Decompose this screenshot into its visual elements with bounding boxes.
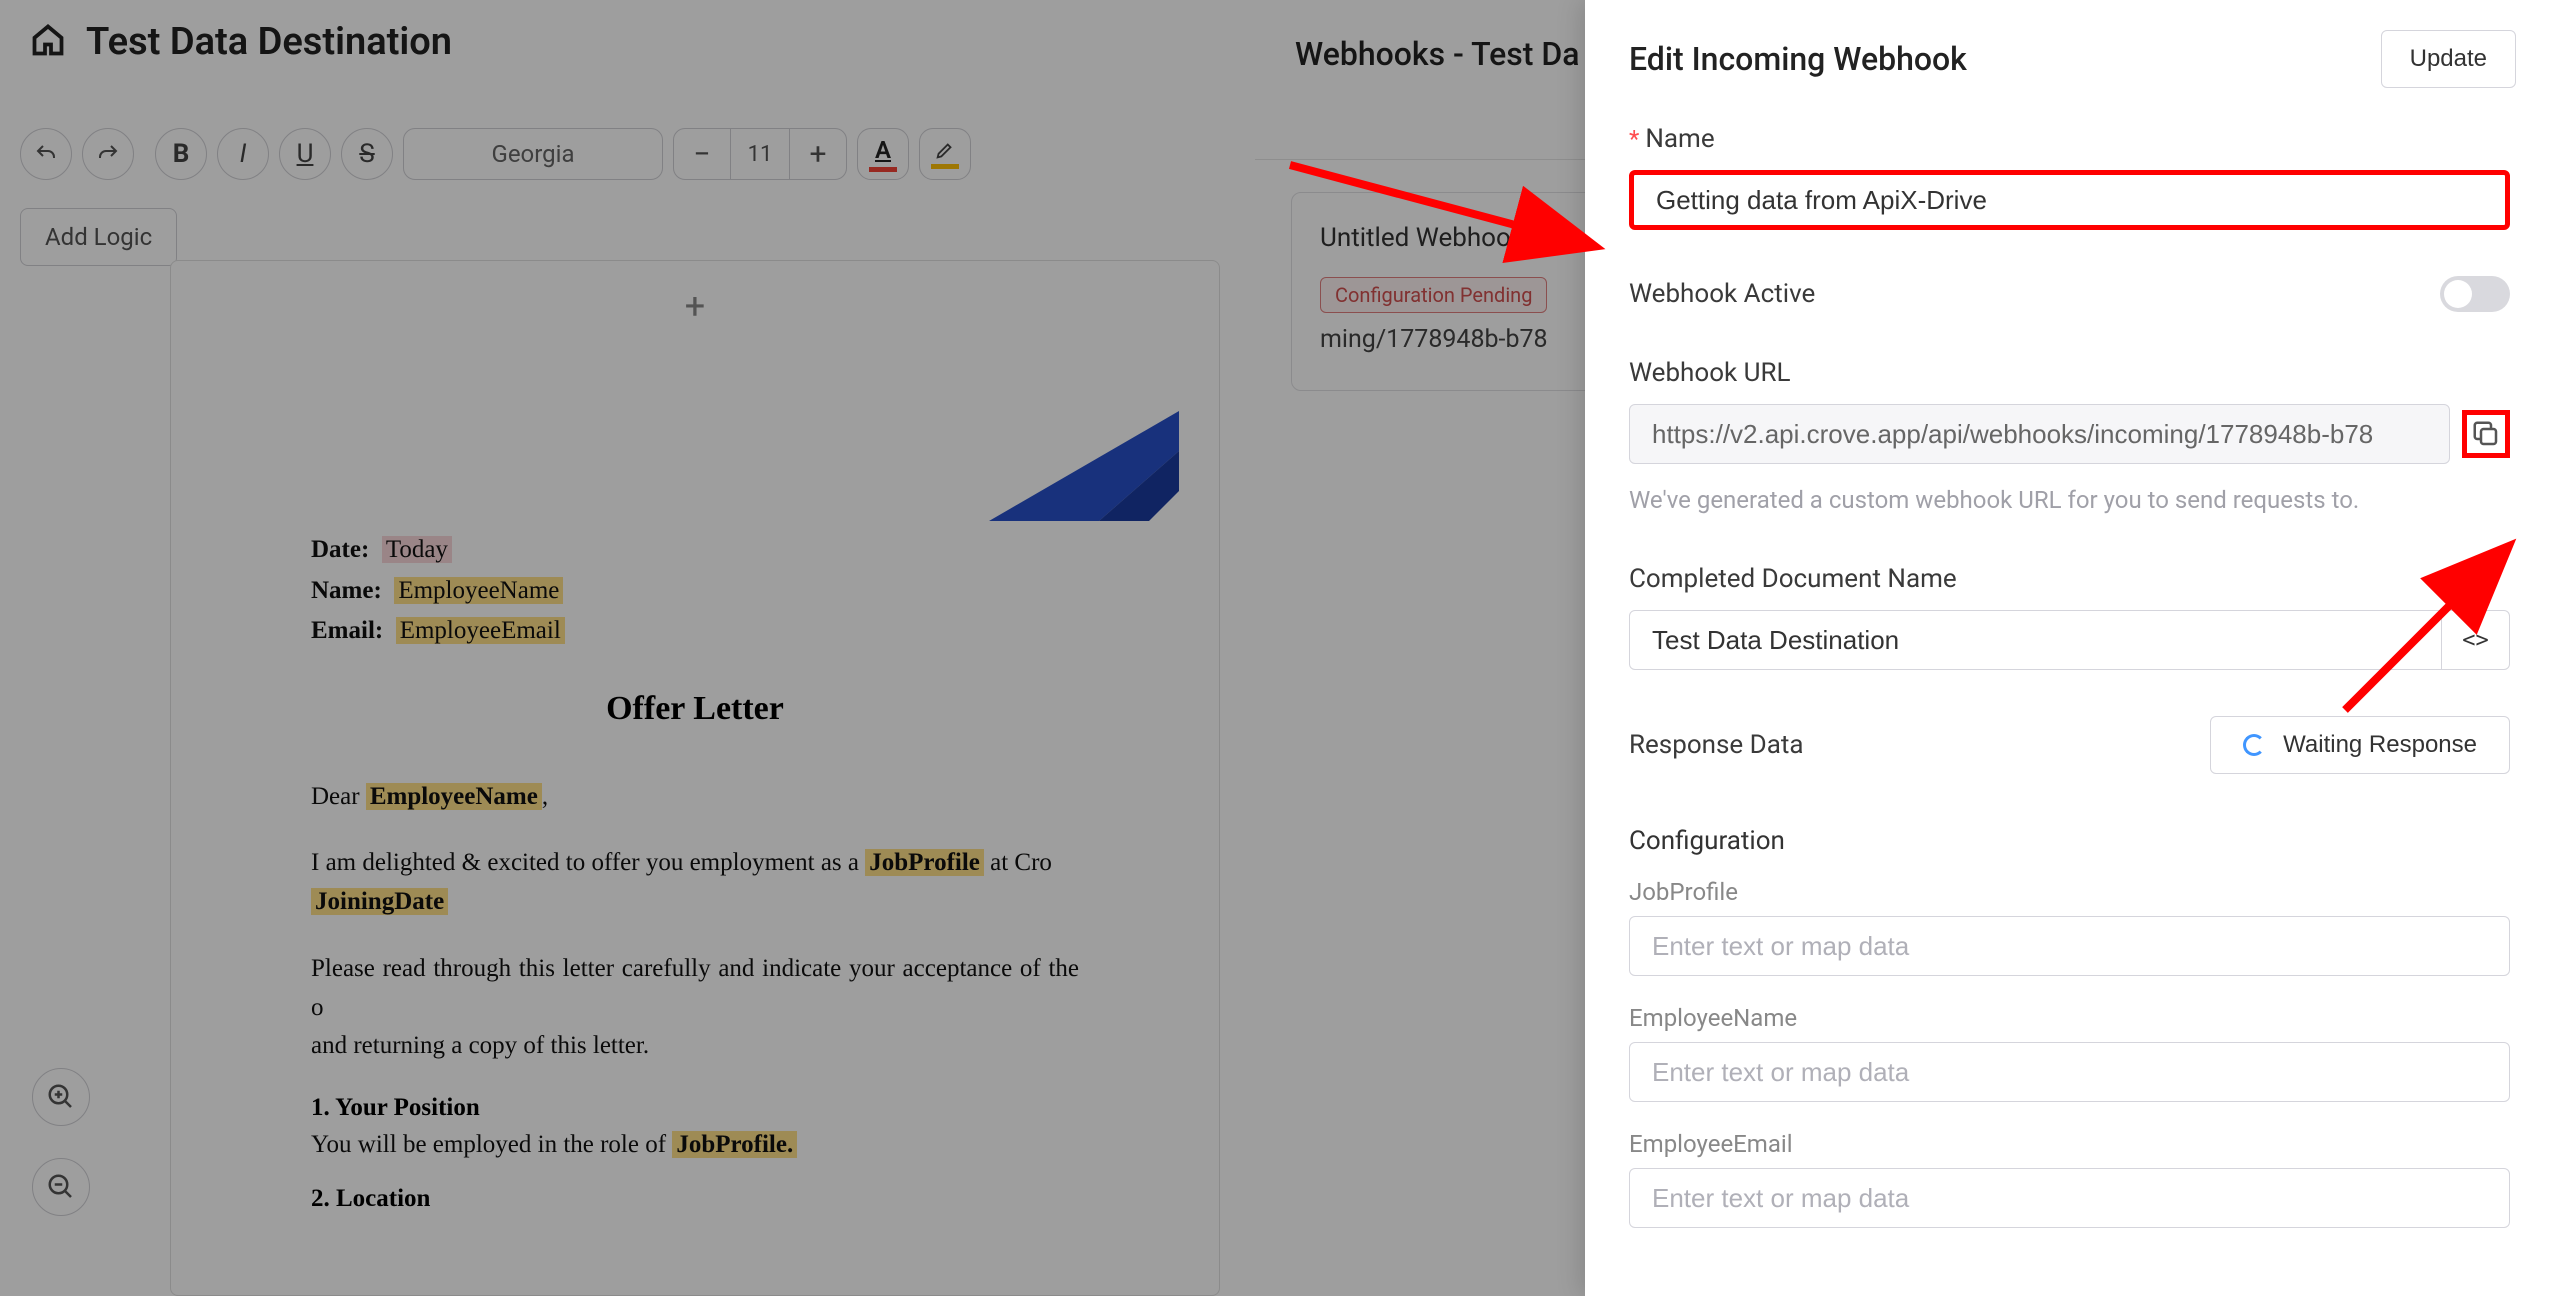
var-jobprofile-2[interactable]: JobProfile. [672,1131,797,1158]
highlight-color-button[interactable] [919,128,971,180]
field-label-employeename: EmployeeName [1629,1004,2510,1032]
field-input-employeename[interactable] [1629,1042,2510,1102]
font-size-inc-icon[interactable]: + [790,128,846,180]
drawer-title: Edit Incoming Webhook [1629,40,1967,78]
update-button[interactable]: Update [2381,30,2516,88]
name-input[interactable] [1629,170,2510,230]
response-label: Response Data [1629,730,1804,760]
copy-icon [2471,419,2501,449]
active-toggle[interactable] [2440,276,2510,312]
page-title: Test Data Destination [86,20,452,64]
bold-icon[interactable]: B [155,128,207,180]
webhook-url-input[interactable] [1629,404,2450,464]
strike-icon[interactable]: S [341,128,393,180]
field-input-jobprofile[interactable] [1629,916,2510,976]
add-logic-button[interactable]: Add Logic [20,208,177,266]
configuration-heading: Configuration [1629,826,2510,856]
url-label: Webhook URL [1629,358,2510,388]
field-input-employeeemail[interactable] [1629,1168,2510,1228]
font-size-stepper[interactable]: − 11 + [673,128,847,180]
underline-icon[interactable]: U [279,128,331,180]
font-family-select[interactable]: Georgia [403,128,663,180]
field-label-jobprofile: JobProfile [1629,878,2510,906]
field-label-employeeemail: EmployeeEmail [1629,1130,2510,1158]
home-icon[interactable] [30,22,66,62]
annotation-arrow-1 [1280,155,1620,279]
doc-logo [311,411,1079,531]
add-block-icon[interactable]: + [171,261,1219,351]
font-size-value[interactable]: 11 [730,129,790,179]
undo-icon[interactable] [20,128,72,180]
zoom-in-icon[interactable] [32,1068,90,1126]
var-jobprofile-1[interactable]: JobProfile [865,849,984,876]
url-hint: We've generated a custom webhook URL for… [1629,482,2510,518]
copy-url-button[interactable] [2462,410,2510,458]
var-today[interactable]: Today [382,536,452,563]
annotation-arrow-2 [2325,530,2545,754]
doc-title: Offer Letter [311,690,1079,728]
active-label: Webhook Active [1629,279,1815,309]
var-employee-email[interactable]: EmployeeEmail [396,617,565,644]
spinner-icon [2243,734,2265,756]
font-size-dec-icon[interactable]: − [674,128,730,180]
var-employee-name[interactable]: EmployeeName [394,577,563,604]
text-color-button[interactable]: A [857,128,909,180]
doc-name-input[interactable] [1629,610,2442,670]
status-badge: Configuration Pending [1320,277,1547,313]
document-canvas[interactable]: + Date: Today Name: EmployeeName Email: … [170,260,1220,1296]
var-greeting-name[interactable]: EmployeeName [366,783,542,810]
name-label: Name [1645,124,1714,154]
zoom-out-icon[interactable] [32,1158,90,1216]
redo-icon[interactable] [82,128,134,180]
italic-icon[interactable]: I [217,128,269,180]
var-joiningdate[interactable]: JoiningDate [311,888,448,915]
